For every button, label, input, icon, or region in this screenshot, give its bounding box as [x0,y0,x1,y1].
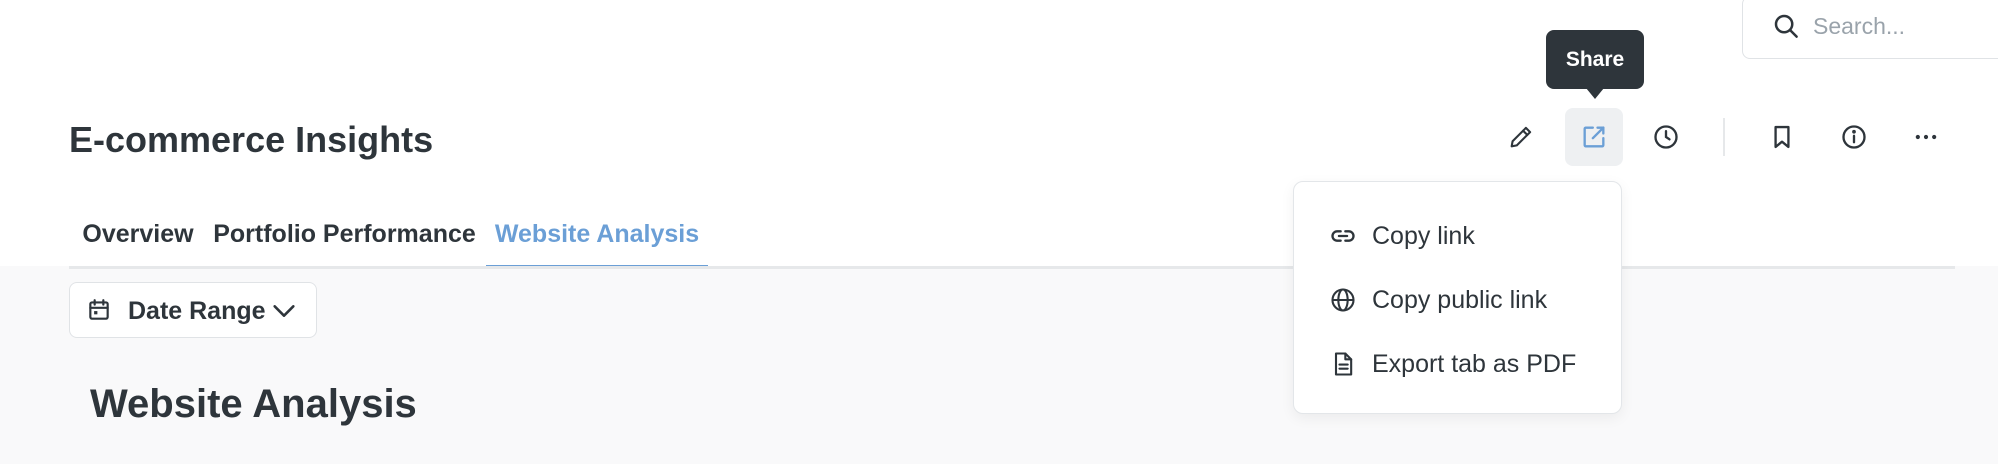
menu-item-label: Copy link [1372,222,1475,250]
tab-portfolio-performance[interactable]: Portfolio Performance [212,208,477,268]
menu-item-label: Export tab as PDF [1372,350,1577,378]
clock-icon [1654,125,1678,149]
more-button[interactable] [1897,108,1955,166]
menu-item-copy-link[interactable]: Copy link [1294,208,1621,264]
tabs-divider [69,266,1955,269]
search-input[interactable] [1813,9,1998,43]
edit-button[interactable] [1492,108,1550,166]
bookmark-icon [1774,125,1790,149]
menu-item-export-pdf[interactable]: Export tab as PDF [1294,336,1621,392]
date-range-label: Date Range [128,297,266,325]
pencil-icon [1510,126,1532,148]
info-button[interactable] [1825,108,1883,166]
menu-item-label: Copy public link [1372,286,1548,314]
bookmark-button[interactable] [1753,108,1811,166]
calendar-icon [89,299,109,320]
document-icon [1334,352,1353,376]
menu-item-copy-public-link[interactable]: Copy public link [1294,272,1621,328]
search-box[interactable] [1742,0,1998,59]
share-tooltip: Share [1546,30,1644,99]
globe-icon [1331,288,1355,312]
ellipsis-icon [1915,134,1937,140]
share-menu: Copy link Copy public link Export tab as… [1293,181,1622,414]
toolbar-divider [1723,118,1725,156]
section-heading: Website Analysis [90,382,417,426]
info-icon [1842,125,1866,149]
search-icon [1774,14,1798,38]
history-button[interactable] [1637,108,1695,166]
chevron-down-icon [273,305,295,317]
share-button[interactable] [1565,108,1623,166]
dashboard-title: E-commerce Insights [69,119,434,160]
tab-website-analysis[interactable]: Website Analysis [486,208,708,268]
tab-overview[interactable]: Overview [69,208,207,268]
link-icon [1331,230,1355,242]
date-range-filter[interactable]: Date Range [69,282,317,338]
share-icon [1583,126,1605,148]
